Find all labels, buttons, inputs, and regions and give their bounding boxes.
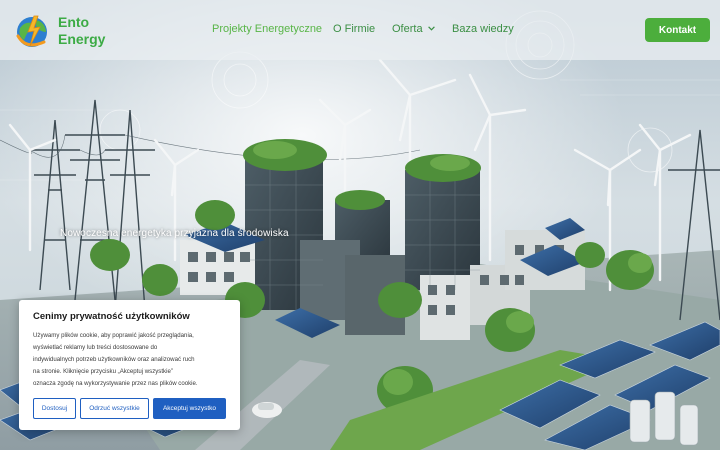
cookie-accept-all-button[interactable]: Akceptuj wszystko <box>153 398 226 419</box>
nav-item-o-firmie[interactable]: O Firmie <box>333 23 375 35</box>
contact-button[interactable]: Kontakt <box>645 18 710 42</box>
logo-globe-icon <box>16 15 47 47</box>
cookie-text-line: wyświetlać reklamy lub treści dostosowan… <box>33 344 158 351</box>
cookie-text-line: na stronie. Kliknięcie przycisku „Akcept… <box>33 368 173 375</box>
nav-item-oferta-label: Oferta <box>392 23 423 35</box>
cookie-title: Cenimy prywatność użytkowników <box>33 311 190 322</box>
site-header: Ento Energy Projekty Energetyczne O Firm… <box>0 0 720 60</box>
nav-item-oferta[interactable]: Oferta <box>392 23 435 35</box>
nav-item-projekty-energetyczne[interactable]: Projekty Energetyczne <box>212 23 322 35</box>
brand-name-line1: Ento <box>58 14 90 30</box>
brand-name-line2: Energy <box>58 31 106 47</box>
chevron-down-icon <box>427 26 435 31</box>
cookie-consent-dialog: Cenimy prywatność użytkowników Używamy p… <box>19 300 240 430</box>
nav-item-baza-wiedzy[interactable]: Baza wiedzy <box>452 23 514 35</box>
cookie-reject-all-button[interactable]: Odrzuć wszystkie <box>80 398 149 419</box>
cookie-text-line: Używamy plików cookie, aby poprawić jako… <box>33 332 194 339</box>
hero-tagline: Nowoczesna energetyka przyjazna dla środ… <box>60 228 289 239</box>
cookie-text-line: indywidualnych potrzeb użytkowników oraz… <box>33 356 195 363</box>
brand-logo[interactable]: Ento Energy <box>12 8 117 54</box>
cookie-customize-button[interactable]: Dostosuj <box>33 398 76 419</box>
cookie-text-line: oznacza zgodę na wykorzystywanie przez n… <box>33 380 198 387</box>
cookie-button-row: Dostosuj Odrzuć wszystkie Akceptuj wszys… <box>33 398 226 419</box>
brand-name: Ento Energy <box>58 14 105 48</box>
cookie-description: Używamy plików cookie, aby poprawić jako… <box>33 330 227 390</box>
